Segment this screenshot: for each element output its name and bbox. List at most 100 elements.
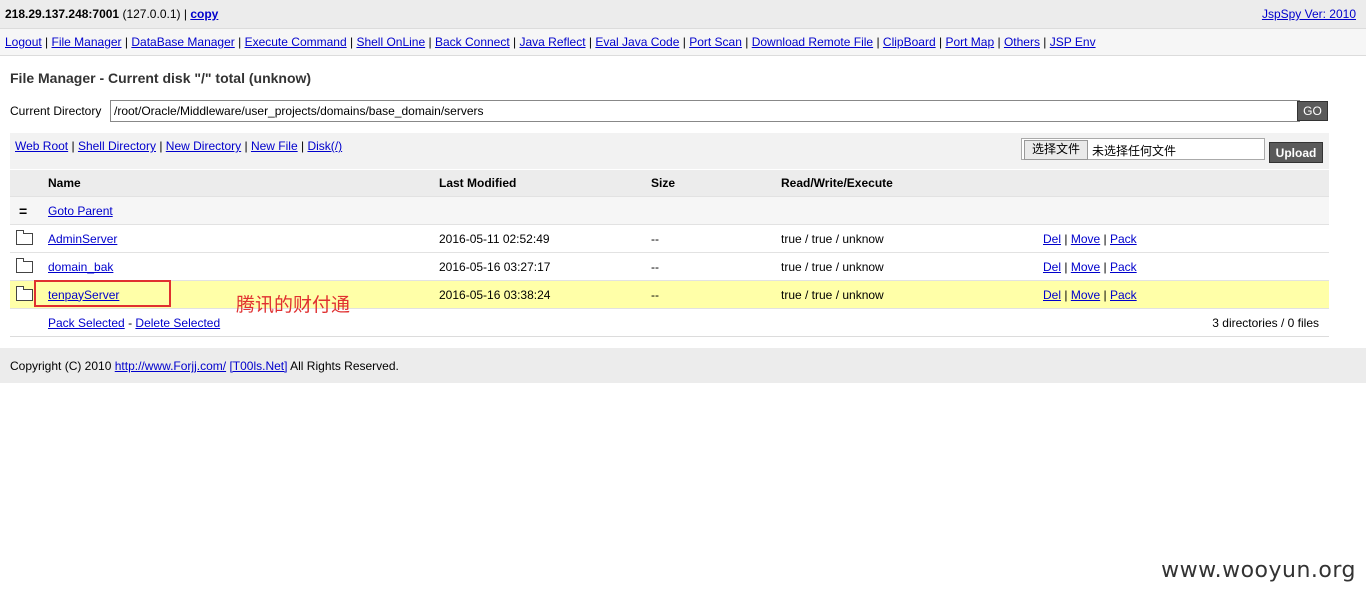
copyright-suffix: All Rights Reserved. — [290, 359, 399, 373]
size: -- — [651, 280, 781, 309]
header-icon — [10, 170, 48, 197]
folder-icon — [16, 286, 33, 302]
header-size: Size — [651, 170, 781, 197]
table-header: Name Last Modified Size Read/Write/Execu… — [10, 170, 1329, 197]
permissions: true / true / unknow — [781, 224, 1043, 253]
last-modified: 2016-05-16 03:38:24 — [439, 280, 651, 309]
separator: | — [301, 139, 305, 153]
separator: | — [513, 35, 517, 49]
current-directory-input[interactable]: /root/Oracle/Middleware/user_projects/do… — [110, 100, 1300, 122]
folder-icon — [16, 258, 33, 274]
nav-eval-java-code[interactable]: Eval Java Code — [595, 35, 679, 49]
nav-port-map[interactable]: Port Map — [945, 35, 994, 49]
size: -- — [651, 252, 781, 281]
nav-clipboard[interactable]: ClipBoard — [883, 35, 936, 49]
copyright-prefix: Copyright (C) 2010 — [10, 359, 112, 373]
directory-link[interactable]: AdminServer — [48, 232, 117, 246]
permissions: true / true / unknow — [781, 252, 1043, 281]
highlight-box — [34, 280, 171, 307]
host-address: 218.29.137.248:7001 — [5, 7, 120, 21]
separator: - — [128, 315, 133, 330]
goto-parent-link[interactable]: Goto Parent — [48, 204, 113, 218]
t00ls-link[interactable]: [T00ls.Net] — [229, 359, 287, 373]
separator: | — [1064, 231, 1068, 246]
upload-button[interactable]: Upload — [1269, 142, 1323, 163]
move-link[interactable]: Move — [1071, 288, 1100, 302]
table-row: AdminServer 2016-05-11 02:52:49 -- true / t… — [10, 224, 1329, 253]
delete-link[interactable]: Del — [1043, 260, 1061, 274]
permissions: true / true / unknow — [781, 280, 1043, 309]
row-actions: Del | Move | Pack — [1043, 252, 1329, 281]
toolbar-web-root[interactable]: Web Root — [15, 139, 68, 153]
move-link[interactable]: Move — [1071, 260, 1100, 274]
main-nav: Logout | File Manager | DataBase Manager… — [0, 29, 1366, 56]
goto-parent-row: = Goto Parent — [10, 196, 1329, 225]
separator: | — [428, 35, 432, 49]
forjj-link[interactable]: http://www.Forjj.com/ — [115, 359, 226, 373]
separator: | — [1043, 35, 1047, 49]
separator: | — [588, 35, 592, 49]
pack-link[interactable]: Pack — [1110, 288, 1137, 302]
separator: | — [876, 35, 880, 49]
table-footer: Pack Selected - Delete Selected 3 directo… — [10, 308, 1329, 337]
nav-jsp-env[interactable]: JSP Env — [1050, 35, 1096, 49]
nav-back-connect[interactable]: Back Connect — [435, 35, 510, 49]
last-modified: 2016-05-16 03:27:17 — [439, 252, 651, 281]
annotation-text: 腾讯的财付通 — [236, 294, 351, 316]
nav-links: Logout | File Manager | DataBase Manager… — [5, 35, 1096, 49]
delete-selected-link[interactable]: Delete Selected — [135, 316, 220, 330]
header-rwx: Read/Write/Execute — [781, 170, 1043, 197]
toolbar-shell-directory[interactable]: Shell Directory — [78, 139, 156, 153]
move-link[interactable]: Move — [1071, 232, 1100, 246]
choose-file-button[interactable]: 选择文件 — [1024, 140, 1088, 160]
nav-logout[interactable]: Logout — [5, 35, 42, 49]
nav-file-manager[interactable]: File Manager — [52, 35, 122, 49]
header-actions — [1043, 170, 1329, 197]
parent-icon: = — [19, 202, 28, 219]
separator: | — [745, 35, 749, 49]
row-actions: Del | Move | Pack — [1043, 280, 1329, 309]
delete-link[interactable]: Del — [1043, 288, 1061, 302]
folder-icon — [16, 230, 33, 246]
separator: | — [682, 35, 686, 49]
host-info: 218.29.137.248:7001 (127.0.0.1) | copy — [5, 7, 218, 21]
page-title: File Manager - Current disk "/" total (u… — [10, 70, 312, 86]
pack-link[interactable]: Pack — [1110, 232, 1137, 246]
nav-java-reflect[interactable]: Java Reflect — [520, 35, 586, 49]
separator: | — [183, 7, 187, 21]
copyright-text: Copyright (C) 2010 http://www.Forjj.com/… — [10, 359, 399, 373]
current-directory-label: Current Directory — [10, 104, 102, 118]
separator: | — [1103, 231, 1107, 246]
nav-port-scan[interactable]: Port Scan — [689, 35, 742, 49]
watermark: www.wooyun.org — [1161, 558, 1356, 583]
separator: | — [45, 35, 49, 49]
separator: | — [159, 139, 163, 153]
nav-shell-online[interactable]: Shell OnLine — [356, 35, 425, 49]
toolbar-new-directory[interactable]: New Directory — [166, 139, 241, 153]
item-count: 3 directories / 0 files — [781, 308, 1329, 337]
nav-download-remote-file[interactable]: Download Remote File — [752, 35, 873, 49]
header-name: Name — [48, 170, 439, 197]
copy-link[interactable]: copy — [190, 7, 218, 21]
pack-link[interactable]: Pack — [1110, 260, 1137, 274]
pack-selected-link[interactable]: Pack Selected — [48, 316, 125, 330]
separator: | — [1103, 259, 1107, 274]
file-chooser[interactable]: 选择文件 未选择任何文件 — [1021, 138, 1265, 160]
last-modified: 2016-05-11 02:52:49 — [439, 224, 651, 253]
version-link[interactable]: JspSpy Ver: 2010 — [1262, 7, 1356, 21]
local-ip: (127.0.0.1) — [122, 7, 181, 21]
nav-database-manager[interactable]: DataBase Manager — [131, 35, 234, 49]
toolbar-new-file[interactable]: New File — [251, 139, 298, 153]
separator: | — [1103, 287, 1107, 302]
go-button[interactable]: GO — [1297, 101, 1328, 121]
toolbar-disk[interactable]: Disk(/) — [307, 139, 342, 153]
separator: | — [997, 35, 1001, 49]
nav-execute-command[interactable]: Execute Command — [245, 35, 347, 49]
delete-link[interactable]: Del — [1043, 232, 1061, 246]
separator: | — [244, 139, 248, 153]
separator: | — [71, 139, 75, 153]
table-row: domain_bak 2016-05-16 03:27:17 -- true / tr… — [10, 252, 1329, 281]
directory-link[interactable]: domain_bak — [48, 260, 113, 274]
nav-others[interactable]: Others — [1004, 35, 1040, 49]
file-table: Name Last Modified Size Read/Write/Execu… — [10, 170, 1329, 337]
